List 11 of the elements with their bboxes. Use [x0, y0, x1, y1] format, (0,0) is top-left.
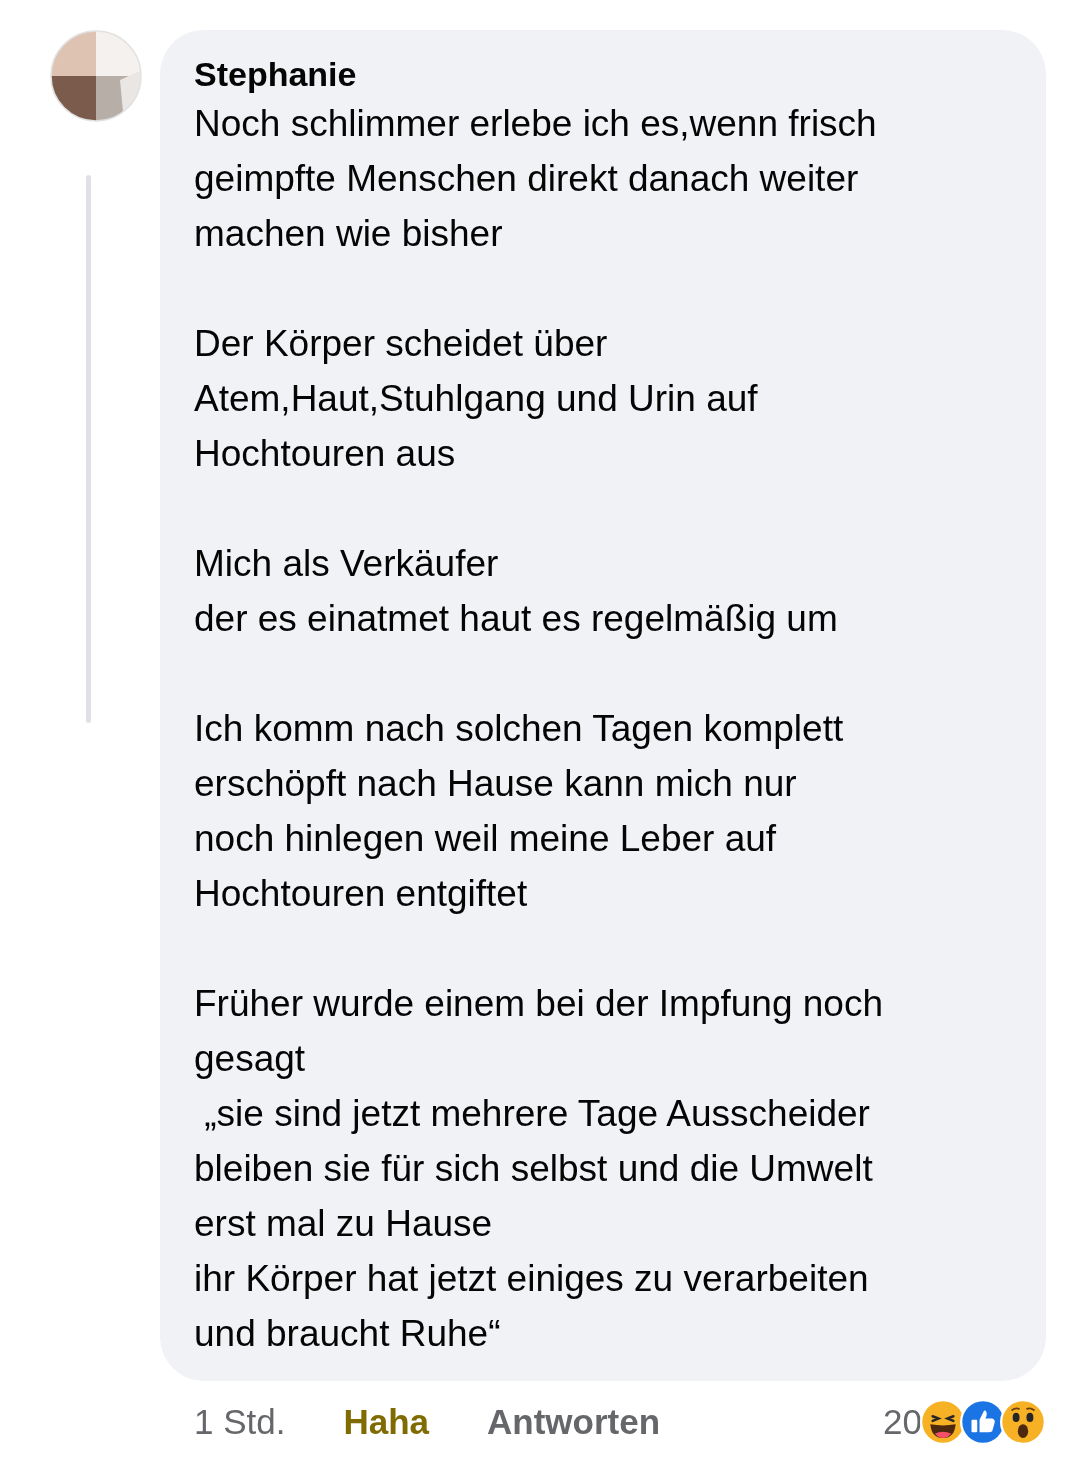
- reaction-count[interactable]: 20: [883, 1402, 922, 1442]
- comment-text: Früher wurde einem bei der Impfung noch gesagt „sie sind jetzt mehrere Tage Ausscheider bleiben sie für sich selbst und die Umwelt erst mal zu Hause ihr Körper hat jetzt einiges zu verarbeiten und braucht Ruhe“: [194, 982, 884, 1356]
- comment-text: Mich als Verkäufer der es einatmet haut es regelmäßig um: [194, 542, 839, 641]
- comment-text: Ich komm nach solchen Tagen komplett erschöpft nach Hause kann mich nur noch hinlegen weil meine Leber auf Hochtouren entgiftet: [194, 707, 845, 916]
- reaction-link[interactable]: Haha: [343, 1402, 430, 1442]
- reply-link[interactable]: Antworten: [487, 1402, 661, 1442]
- comment-text: Der Körper scheidet über Atem,Haut,Stuhlgang und Urin auf Hochtouren aus: [194, 322, 759, 476]
- surprised-face-icon: [1000, 1399, 1046, 1445]
- comment-text: Noch schlimmer erlebe ich es,wenn frisch geimpfte Menschen direkt danach weiter machen wie bisher: [194, 102, 878, 256]
- author-name[interactable]: Stephanie: [194, 52, 1026, 96]
- timestamp[interactable]: 1 Std.: [194, 1402, 286, 1442]
